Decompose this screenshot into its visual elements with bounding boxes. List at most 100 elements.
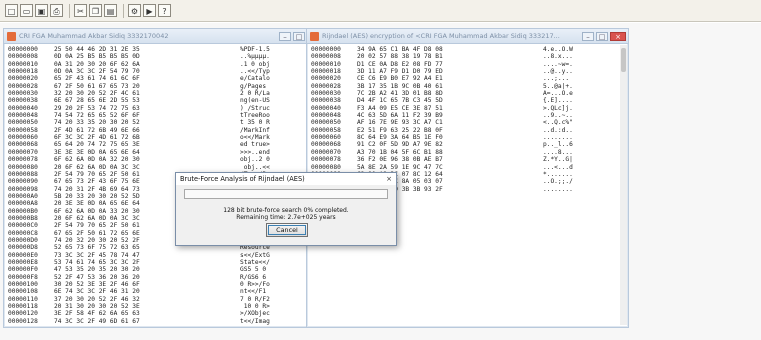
hex-row[interactable]: 00000080 5A 8E 2A 59 1E 9C 47 7C ...<...d	[311, 164, 624, 171]
hex-bytes: 73 3C 3C 2F 45 78 74 47	[54, 251, 140, 259]
hex-offset: 00000090	[8, 178, 38, 186]
hex-offset: 000000F8	[8, 273, 38, 281]
hex-offset: 00000048	[8, 112, 38, 120]
hex-row[interactable]: 00000048 74 54 72 65 65 52 6F 6F tTreeRoo	[8, 112, 321, 119]
hex-ascii: ..9..~..	[543, 112, 573, 120]
hex-bytes: 74 3C 3C 2F 49 6D 61 67	[54, 317, 140, 325]
close-button[interactable]: ×	[610, 31, 626, 41]
hex-bytes: 20 31 30 20 30 20 52 3E	[54, 303, 140, 311]
hex-row[interactable]: 00000110 37 20 30 20 52 2F 46 32 7 0 R/F2	[8, 296, 321, 303]
hex-ascii: /MarkInf	[240, 126, 270, 134]
hex-bytes: 20 02 57 88 38 19 78 B1	[357, 53, 443, 61]
hex-offset: 00000110	[8, 295, 38, 303]
scroll-thumb[interactable]	[621, 48, 626, 72]
hex-row[interactable]: 00000120 3E 2F 58 4F 62 6A 65 63 >/XObjec	[8, 310, 321, 317]
hex-offset: 000000D8	[8, 244, 38, 252]
hex-ascii: ..O.;;./	[543, 178, 573, 186]
cancel-button[interactable]: Cancel	[266, 223, 308, 237]
hex-offset: 00000020	[8, 75, 38, 83]
hex-row[interactable]: 00000038 D4 4F 1C 65 7B C3 45 5D {.E]....	[311, 97, 624, 104]
hex-bytes: 67 2F 50 61 67 65 73 20	[54, 82, 140, 90]
open-icon[interactable]: ▭	[20, 4, 33, 17]
hex-row[interactable]: 000000E0 73 3C 3C 2F 45 78 74 47 s<</ExtG	[8, 252, 321, 259]
hex-row[interactable]: 00000078 6F 62 6A 0D 0A 32 20 30 obj..2 0	[8, 156, 321, 163]
hex-row[interactable]: 00000030 32 20 30 20 52 2F 4C 61 2 0 R/La	[8, 90, 321, 97]
run-icon[interactable]: ▶	[143, 4, 156, 17]
dialog-titlebar[interactable]: Brute-Force Analysis of Rijndael (AES) ×	[176, 173, 396, 185]
hex-row[interactable]: 00000000 25 50 44 46 2D 31 2E 35 %PDF-1.5	[8, 46, 321, 53]
hex-row[interactable]: 00000008 20 02 57 88 38 19 78 B1 ..8.x...	[311, 53, 624, 60]
hex-row[interactable]: 000000F0 47 53 35 20 35 20 30 20 GS5 5 0	[8, 266, 321, 273]
hex-row[interactable]: 00000048 4C 63 5D 6A 11 F2 39 B9 ..9..~..	[311, 112, 624, 119]
hex-row[interactable]: 00000020 CE C6 E9 B0 E7 92 A4 E1...;...	[311, 75, 624, 82]
hex-row[interactable]: 00000040 F3 A4 09 E5 CE 3E 87 51 >.QLc]j.	[311, 105, 624, 112]
hex-row[interactable]: 00000000 34 9A 65 C1 BA 4F D8 08 4.e..O.W	[311, 46, 624, 53]
hex-bytes: 74 20 33 35 20 30 20 52	[54, 119, 140, 127]
right-window-titlebar[interactable]: Rijndael (AES) encryption of <CRI FGA Mu…	[307, 29, 628, 44]
hex-row[interactable]: 00000100 30 20 52 3E 3E 2F 46 6F 0 R>>/Fo	[8, 281, 321, 288]
hex-row[interactable]: 00000078 36 F2 0E 96 38 0B AE B7 Z.*Y..G|	[311, 156, 624, 163]
hex-row[interactable]: 00000010 D1 CE 0A D8 E2 08 FD 77 ....~w=.	[311, 61, 624, 68]
hex-row[interactable]: 00000028 67 2F 50 61 67 65 73 20 g/Pages	[8, 83, 321, 90]
hex-ascii: .1 0 obj	[240, 60, 270, 68]
brute-force-dialog[interactable]: Brute-Force Analysis of Rijndael (AES) ×…	[175, 172, 397, 246]
hex-row[interactable]: 00000050 AF 16 7E 9E 93 3C A7 C1 <..Q.c%"	[311, 119, 624, 126]
hex-offset: 00000008	[311, 53, 341, 61]
hex-bytes: 8C 64 E9 3A 64 B5 1E F0	[357, 134, 443, 142]
hex-row[interactable]: 00000058 E2 51 F9 63 25 22 B8 0F ..d.:d..	[311, 127, 624, 134]
help-icon[interactable]: ?	[158, 4, 171, 17]
hex-row[interactable]: 000000F8 52 2F 47 53 36 20 36 20 R/GS6 6	[8, 274, 321, 281]
hex-row[interactable]: 00000008 0D 0A 25 B5 B5 B5 B5 0D ..%µµµµ.	[8, 53, 321, 60]
hex-row[interactable]: 00000068 91 C2 0F 5D 9D A7 9E 82 p.._l..6	[311, 141, 624, 148]
hex-offset: 00000000	[311, 46, 341, 53]
hex-ascii: g/Pages	[240, 82, 270, 90]
hex-bytes: 3E 2F 58 4F 62 6A 65 63	[54, 310, 140, 318]
hex-row[interactable]: 00000060 6F 3C 3C 2F 4D 61 72 6B o<</Mark	[8, 134, 321, 141]
hex-bytes: 3B 17 35 1B 9C 0B 40 61	[357, 82, 443, 90]
hex-ascii: obj..2 0	[240, 156, 270, 164]
maximize-button[interactable]: □	[596, 31, 608, 41]
hex-ascii: Z.*Y..G|	[543, 156, 573, 164]
hex-bytes: A3 70 1B 04 5F 6C B1 88	[357, 148, 443, 156]
hex-row[interactable]: 00000018 0D 0A 3C 3C 2F 54 79 70 ..<</Typ	[8, 68, 321, 75]
hex-bytes: F3 A4 09 E5 CE 3E 87 51	[357, 104, 443, 112]
print-icon[interactable]: ⎙	[50, 4, 63, 17]
hex-row[interactable]: 00000030 7C 2B A2 41 3D 01 B8 8D A=...O.e	[311, 90, 624, 97]
hex-row[interactable]: 000000E8 53 74 61 74 65 3C 3C 2F State<</	[8, 259, 321, 266]
hex-bytes: 0D 0A 3C 3C 2F 54 79 70	[54, 68, 140, 76]
paste-icon[interactable]: ▤	[104, 4, 117, 17]
document-icon	[7, 31, 16, 41]
hex-ascii: ........	[543, 134, 573, 142]
hex-row[interactable]: 00000020 65 2F 43 61 74 61 6C 6F e/Catalo	[8, 75, 321, 82]
save-icon[interactable]: ▣	[35, 4, 48, 17]
minimize-button[interactable]: –	[279, 31, 291, 41]
hex-row[interactable]: 00000108 6E 74 3C 3C 2F 46 31 20 nt<</F1	[8, 288, 321, 295]
copy-icon[interactable]: ❐	[89, 4, 102, 17]
vertical-scrollbar[interactable]	[620, 45, 627, 325]
hex-row[interactable]: 00000040 29 20 2F 53 74 72 75 63) /Struc	[8, 105, 321, 112]
hex-row[interactable]: 00000118 20 31 30 20 30 20 52 3E 10 0 R>	[8, 303, 321, 310]
settings-icon[interactable]: ⚙	[128, 4, 141, 17]
hex-bytes: 4C 63 5D 6A 11 F2 39 B9	[357, 112, 443, 120]
hex-row[interactable]: 00000058 2F 4D 61 72 6B 49 6E 66/MarkInf	[8, 127, 321, 134]
hex-row[interactable]: 00000038 6E 67 28 65 6E 2D 55 53 ng(en-US	[8, 97, 321, 104]
hex-offset: 00000018	[8, 68, 38, 76]
hex-row[interactable]: 00000068 65 64 20 74 72 75 65 3E ed true>	[8, 141, 321, 148]
hex-row[interactable]: 00000060 8C 64 E9 3A 64 B5 1E F0........	[311, 134, 624, 141]
hex-ascii: R/GS6 6	[240, 273, 270, 281]
cut-icon[interactable]: ✂	[74, 4, 87, 17]
hex-row[interactable]: 00000050 74 20 33 35 20 30 20 52 t 35 0 R	[8, 119, 321, 126]
hex-row[interactable]: 00000070 A3 70 1B 04 5F 6C B1 88 ....8...	[311, 149, 624, 156]
hex-row[interactable]: 00000128 74 3C 3C 2F 49 6D 61 67 t<</Imag	[8, 318, 321, 325]
hex-row[interactable]: 00000018 3D 11 A7 F9 D1 D0 79 ED ..@..y..	[311, 68, 624, 75]
left-window-titlebar[interactable]: CRI FGA Muhammad Akbar Sidiq 3332170042 …	[4, 29, 325, 44]
hex-row[interactable]: 00000070 3E 3E 3E 0D 0A 65 6E 64 >>>..end	[8, 149, 321, 156]
minimize-button[interactable]: –	[582, 31, 594, 41]
maximize-button[interactable]: □	[293, 31, 305, 41]
new-icon[interactable]: □	[5, 4, 18, 17]
dialog-close-button[interactable]: ×	[382, 174, 396, 184]
hex-offset: 00000118	[8, 303, 38, 311]
hex-row[interactable]: 00000028 3B 17 35 1B 9C 0B 40 61 5..@a|+.	[311, 83, 624, 90]
hex-row[interactable]: 00000080 20 6F 62 6A 0D 0A 3C 3C obj..<<	[8, 164, 321, 171]
hex-row[interactable]: 00000010 0A 31 20 30 20 6F 62 6A .1 0 obj	[8, 61, 321, 68]
